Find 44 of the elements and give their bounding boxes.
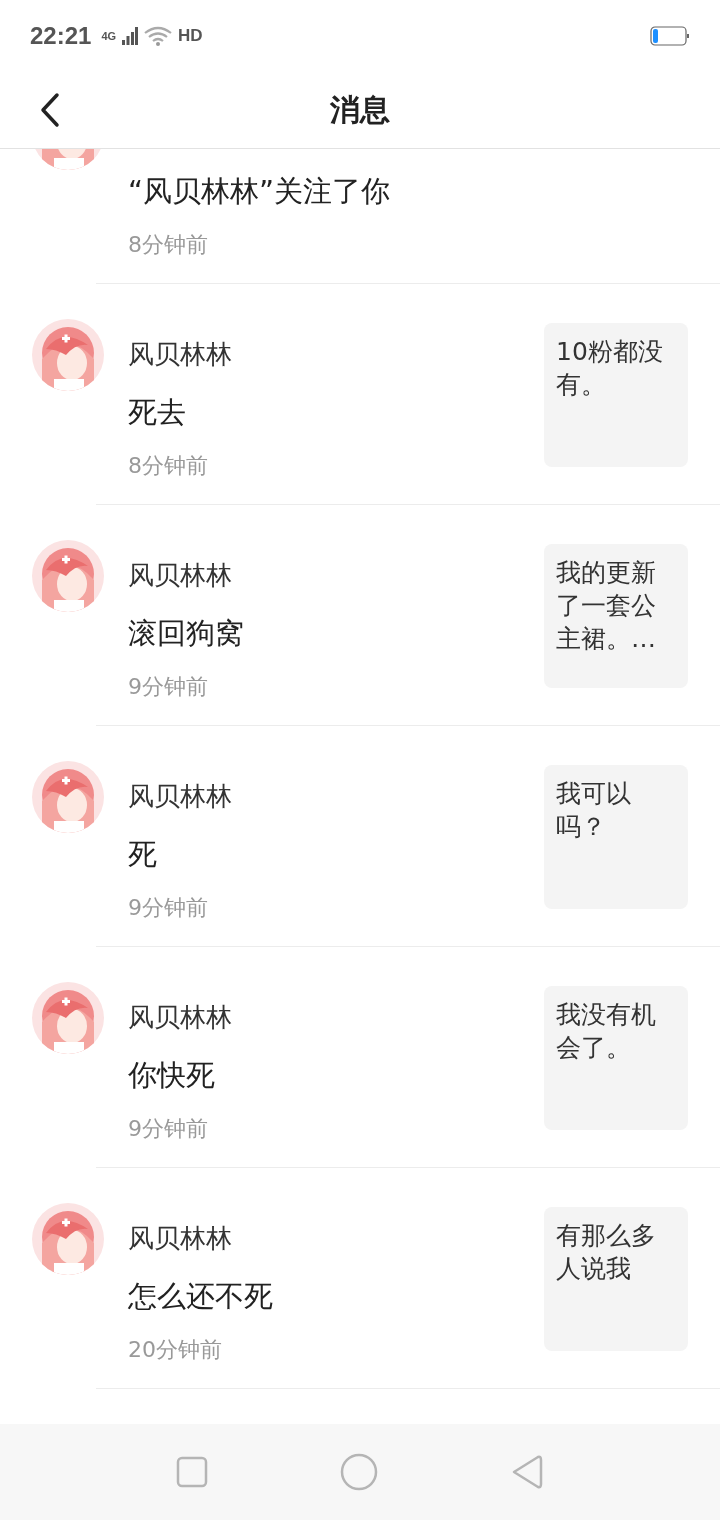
- message-time: 8分钟前: [128, 231, 208, 259]
- sender-name: 风贝林林: [128, 338, 232, 371]
- post-preview[interactable]: 有那么多人说我: [544, 1207, 688, 1351]
- preview-text: 我没有机会了。: [556, 999, 657, 1064]
- post-preview[interactable]: 10粉都没有。: [544, 323, 688, 467]
- back-nav-button[interactable]: [510, 1454, 544, 1490]
- message-time: 20分钟前: [128, 1336, 222, 1364]
- message-item[interactable]: 风贝林林 死 9分钟前 我可以吗？: [0, 726, 720, 947]
- message-item[interactable]: 风贝林林 怎么还不死 20分钟前 有那么多人说我: [0, 1168, 720, 1389]
- home-button[interactable]: [340, 1453, 378, 1491]
- message-item[interactable]: 风贝林林 滚回狗窝 9分钟前 我的更新了一套公主裙。…: [0, 505, 720, 726]
- sender-name: 风贝林林: [128, 559, 232, 592]
- hd-call-label: HD: [178, 26, 203, 46]
- wifi-icon: [144, 26, 173, 46]
- message-text: 滚回狗窝: [128, 615, 244, 652]
- clock-time: 22:21: [30, 22, 92, 50]
- preview-text: 我的更新了一套公主裙。…: [556, 557, 657, 655]
- message-item[interactable]: 风贝林林 你快死 9分钟前 我没有机会了。: [0, 947, 720, 1168]
- message-text: 怎么还不死: [128, 1278, 273, 1315]
- post-preview[interactable]: 我可以吗？: [544, 765, 688, 909]
- message-time: 9分钟前: [128, 1115, 208, 1143]
- sender-name: 风贝林林: [128, 1001, 232, 1034]
- preview-text: 有那么多人说我: [556, 1220, 657, 1285]
- back-icon: [39, 92, 61, 128]
- post-preview[interactable]: 我没有机会了。: [544, 986, 688, 1130]
- message-item[interactable]: “风贝林林”关注了你 8分钟前: [0, 149, 720, 284]
- preview-text: 10粉都没有。: [556, 336, 664, 401]
- message-time: 9分钟前: [128, 894, 208, 922]
- sender-name: 风贝林林: [128, 780, 232, 813]
- page-title: 消息: [330, 90, 390, 129]
- message-text: “风贝林林”关注了你: [128, 173, 391, 210]
- preview-text: 我可以吗？: [556, 778, 632, 843]
- recent-apps-button[interactable]: [176, 1456, 208, 1488]
- sender-name: 风贝林林: [128, 1222, 232, 1255]
- network-label: 4G: [101, 30, 117, 42]
- post-preview[interactable]: 我的更新了一套公主裙。…: [544, 544, 688, 688]
- signal-icon: [122, 27, 139, 45]
- message-text: 你快死: [128, 1057, 215, 1094]
- message-text: 死: [128, 836, 157, 873]
- message-time: 8分钟前: [128, 452, 208, 480]
- message-text: 死去: [128, 394, 186, 431]
- message-item[interactable]: 风贝林林 死去 8分钟前 10粉都没有。: [0, 284, 720, 505]
- message-time: 9分钟前: [128, 673, 208, 701]
- battery-icon: [650, 26, 690, 46]
